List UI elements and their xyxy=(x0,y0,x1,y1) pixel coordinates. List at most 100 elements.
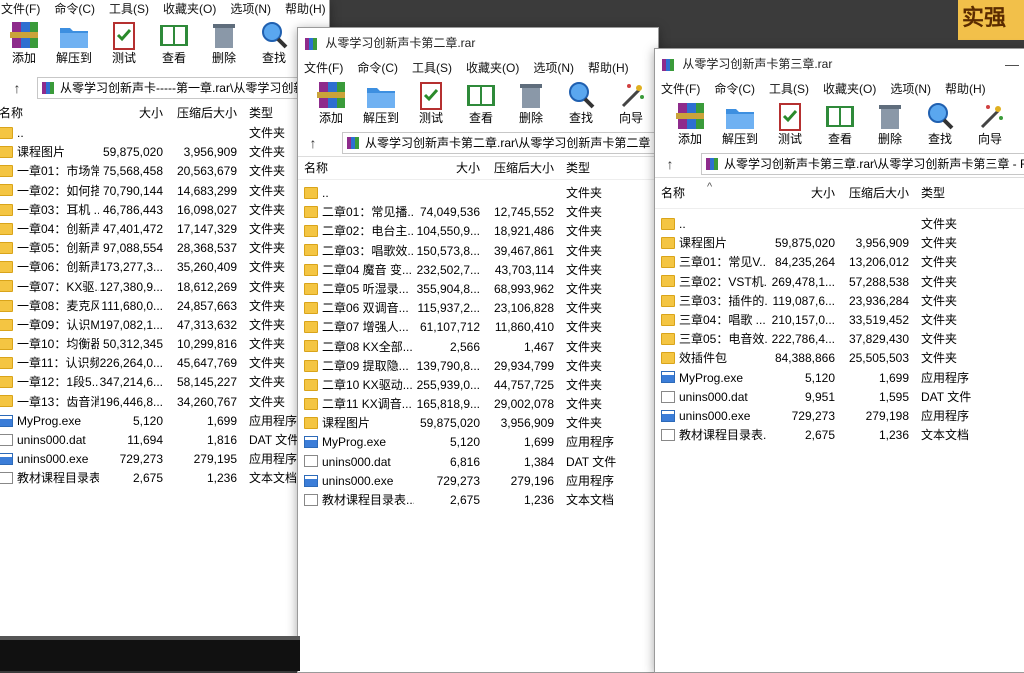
minimize-icon[interactable]: — xyxy=(1005,49,1019,79)
menu-command[interactable]: 命令(C) xyxy=(714,82,755,96)
file-row[interactable]: MyProg.exe 5,120 1,699 应用程序 xyxy=(304,433,658,452)
file-row[interactable]: 一章13：齿音消...196,446,8... 34,260,767 文件夹 xyxy=(0,393,329,412)
delete-button[interactable]: 删除 xyxy=(865,99,915,147)
file-row[interactable]: .. 文件夹 xyxy=(661,215,1024,234)
file-row[interactable]: 一章08：麦克风...111,680,0... 24,857,663 文件夹 xyxy=(0,297,329,316)
menu-file[interactable]: 文件(F) xyxy=(661,82,700,96)
column-header-packed[interactable]: 压缩后大小 xyxy=(841,178,915,208)
menu-help[interactable]: 帮助(H) xyxy=(285,2,326,16)
menu-favorites[interactable]: 收藏夹(O) xyxy=(163,2,216,16)
view-button[interactable]: 查看 xyxy=(815,99,865,147)
menu-help[interactable]: 帮助(H) xyxy=(588,61,629,75)
file-row[interactable]: 课程图片 59,875,020 3,956,909 文件夹 xyxy=(661,234,1024,253)
view-button[interactable]: 查看 xyxy=(456,78,506,126)
column-header-name[interactable]: 名称 xyxy=(0,102,99,124)
column-header-size[interactable]: 大小 xyxy=(767,178,841,208)
column-header-packed[interactable]: 压缩后大小 xyxy=(169,102,243,124)
menu-command[interactable]: 命令(C) xyxy=(357,61,398,75)
file-row[interactable]: 一章12：1段5...347,214,6... 58,145,227 文件夹 xyxy=(0,373,329,392)
menu-favorites[interactable]: 收藏夹(O) xyxy=(466,61,519,75)
file-row[interactable]: MyProg.exe 5,120 1,699 应用程序 xyxy=(661,369,1024,388)
add-button[interactable]: 添加 xyxy=(306,78,356,126)
add-button[interactable]: 添加 xyxy=(0,18,49,66)
delete-button[interactable]: 删除 xyxy=(506,78,556,126)
menu-command[interactable]: 命令(C) xyxy=(54,2,95,16)
file-row[interactable]: 三章02：VST机... 269,478,1... 57,288,538 文件夹 xyxy=(661,273,1024,292)
file-row[interactable]: 效插件包 84,388,866 25,505,503 文件夹 xyxy=(661,349,1024,368)
file-row[interactable]: 一章09：认识M...197,082,1... 47,313,632 文件夹 xyxy=(0,316,329,335)
file-row[interactable]: 一章06：创新声...173,277,3... 35,260,409 文件夹 xyxy=(0,258,329,277)
file-row[interactable]: unins000.exe 729,273 279,196 应用程序 xyxy=(304,472,658,491)
archive-path[interactable]: 从零学习创新声卡第二章.rar\从零学习创新声卡第二章 - RA xyxy=(342,132,656,154)
file-row[interactable]: 一章01：市场常...75,568,458 20,563,679 文件夹 xyxy=(0,162,329,181)
column-header-name[interactable]: 名称 xyxy=(304,157,414,179)
file-row[interactable]: unins000.exe 729,273 279,195 应用程序 xyxy=(0,450,329,469)
file-row[interactable]: 二章06 双调音... 115,937,2... 23,106,828 文件夹 xyxy=(304,299,658,318)
file-row[interactable]: 二章02：电台主...104,550,9... 18,921,486 文件夹 xyxy=(304,222,658,241)
column-header-name[interactable]: 名称 xyxy=(661,178,767,208)
file-row[interactable]: 教材课程目录表... 2,675 1,236 文本文档 xyxy=(0,469,329,488)
extract-to-button[interactable]: 解压到 xyxy=(49,18,99,66)
archive-path[interactable]: 从零学习创新声卡第三章.rar\从零学习创新声卡第三章 - RAR xyxy=(701,153,1024,175)
column-header-type[interactable]: 类型 xyxy=(915,178,1005,208)
file-row[interactable]: 二章05 听湿录... 355,904,8... 68,993,962 文件夹 xyxy=(304,280,658,299)
menu-tools[interactable]: 工具(S) xyxy=(412,61,452,75)
file-row[interactable]: 三章01：常见V... 84,235,264 13,206,012 文件夹 xyxy=(661,253,1024,272)
file-row[interactable]: unins000.dat 11,694 1,816 DAT 文件 xyxy=(0,431,329,450)
find-button[interactable]: 查找 xyxy=(915,99,965,147)
find-button[interactable]: 查找 xyxy=(556,78,606,126)
file-row[interactable]: 二章01：常见播... 74,049,536 12,745,552 文件夹 xyxy=(304,203,658,222)
file-row[interactable]: 一章03：耳机 ...46,786,443 16,098,027 文件夹 xyxy=(0,201,329,220)
file-row[interactable]: 一章10：均衡器...50,312,345 10,299,816 文件夹 xyxy=(0,335,329,354)
file-row[interactable]: 一章04：创新声...47,401,472 17,147,329 文件夹 xyxy=(0,220,329,239)
menu-help[interactable]: 帮助(H) xyxy=(945,82,986,96)
file-row[interactable]: 一章02：如何搭...70,790,144 14,683,299 文件夹 xyxy=(0,182,329,201)
menu-options[interactable]: 选项(N) xyxy=(230,2,271,16)
file-row[interactable]: 三章03：插件的... 119,087,6... 23,936,284 文件夹 xyxy=(661,292,1024,311)
up-arrow-icon[interactable]: ↑ xyxy=(655,151,685,177)
delete-button[interactable]: 删除 xyxy=(199,18,249,66)
file-row[interactable]: 一章07：KX驱...127,380,9... 18,612,269 文件夹 xyxy=(0,278,329,297)
test-button[interactable]: 测试 xyxy=(99,18,149,66)
file-row[interactable]: 教材课程目录表... 2,675 1,236 文本文档 xyxy=(304,491,658,510)
menu-tools[interactable]: 工具(S) xyxy=(109,2,149,16)
test-button[interactable]: 测试 xyxy=(406,78,456,126)
file-row[interactable]: 二章09 提取隐... 139,790,8... 29,934,799 文件夹 xyxy=(304,357,658,376)
column-header-type[interactable]: 类型 xyxy=(560,157,650,179)
find-button[interactable]: 查找 xyxy=(249,18,299,66)
menu-tools[interactable]: 工具(S) xyxy=(769,82,809,96)
column-header-type[interactable]: 类型 xyxy=(243,102,303,124)
file-row[interactable]: unins000.exe 729,273 279,198 应用程序 xyxy=(661,407,1024,426)
extract-to-button[interactable]: 解压到 xyxy=(356,78,406,126)
menu-file[interactable]: 文件(F) xyxy=(1,2,40,16)
file-row[interactable]: 三章04：唱歌 ... 210,157,0... 33,519,452 文件夹 xyxy=(661,311,1024,330)
column-header-size[interactable]: 大小 xyxy=(99,102,169,124)
file-row[interactable]: .. 文件夹 xyxy=(0,124,329,143)
file-row[interactable]: 二章03：唱歌效...150,573,8... 39,467,861 文件夹 xyxy=(304,242,658,261)
up-arrow-icon[interactable]: ↑ xyxy=(0,74,35,102)
menu-file[interactable]: 文件(F) xyxy=(304,61,343,75)
view-button[interactable]: 查看 xyxy=(149,18,199,66)
menu-options[interactable]: 选项(N) xyxy=(533,61,574,75)
file-row[interactable]: MyProg.exe 5,120 1,699 应用程序 xyxy=(0,412,329,431)
menu-options[interactable]: 选项(N) xyxy=(890,82,931,96)
file-row[interactable]: 教材课程目录表... 2,675 1,236 文本文档 xyxy=(661,426,1024,445)
add-button[interactable]: 添加 xyxy=(665,99,715,147)
file-row[interactable]: 一章11：认识频...226,264,0... 45,647,769 文件夹 xyxy=(0,354,329,373)
file-row[interactable]: 二章07 增强人... 61,107,712 11,860,410 文件夹 xyxy=(304,318,658,337)
file-row[interactable]: unins000.dat 6,816 1,384 DAT 文件 xyxy=(304,453,658,472)
wizard-button[interactable]: 向导 xyxy=(606,78,656,126)
column-header-size[interactable]: 大小 xyxy=(414,157,486,179)
file-row[interactable]: 二章10 KX驱动... 255,939,0... 44,757,725 文件夹 xyxy=(304,376,658,395)
archive-path[interactable]: 从零学习创新声卡-----第一章.rar\从零学习创新声卡 xyxy=(37,77,327,99)
file-row[interactable]: 二章04 魔音 变... 232,502,7... 43,703,114 文件夹 xyxy=(304,261,658,280)
up-arrow-icon[interactable]: ↑ xyxy=(298,130,328,156)
file-row[interactable]: unins000.dat 9,951 1,595 DAT 文件 xyxy=(661,388,1024,407)
file-row[interactable]: 三章05：电音效... 222,786,4... 37,829,430 文件夹 xyxy=(661,330,1024,349)
file-row[interactable]: 课程图片 59,875,020 3,956,909 文件夹 xyxy=(304,414,658,433)
file-row[interactable]: 一章05：创新声...97,088,554 28,368,537 文件夹 xyxy=(0,239,329,258)
wizard-button[interactable]: 向导 xyxy=(965,99,1015,147)
file-row[interactable]: .. 文件夹 xyxy=(304,184,658,203)
column-header-packed[interactable]: 压缩后大小 xyxy=(486,157,560,179)
file-row[interactable]: 课程图片 59,875,020 3,956,909 文件夹 xyxy=(0,143,329,162)
